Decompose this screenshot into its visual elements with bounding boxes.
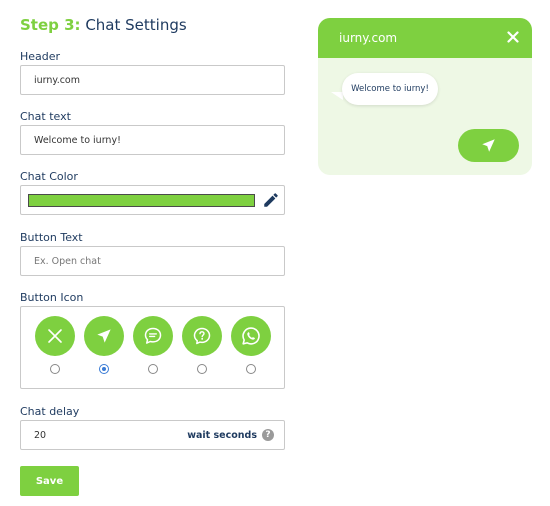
save-button[interactable]: Save: [20, 466, 79, 496]
bubble-tail: [331, 92, 343, 100]
chat-color-label: Chat Color: [20, 170, 78, 183]
chat-preview: iurny.com Welcome to iurny!: [318, 18, 532, 175]
step-title: Chat Settings: [85, 16, 187, 34]
icon-button-close[interactable]: [35, 316, 75, 356]
whatsapp-icon: [242, 327, 260, 345]
button-text-field-box: [20, 246, 285, 276]
preview-header: iurny.com: [318, 18, 532, 58]
icon-option-whatsapp: [231, 316, 271, 382]
icon-button-chat[interactable]: [133, 316, 173, 356]
button-icon-label: Button Icon: [20, 291, 84, 304]
close-icon[interactable]: [506, 30, 520, 44]
step-number: Step 3:: [20, 16, 81, 34]
icon-button-whatsapp[interactable]: [231, 316, 271, 356]
icon-radio-send[interactable]: [99, 364, 109, 374]
chat-text-label: Chat text: [20, 110, 71, 123]
question-bubble-icon: [193, 327, 211, 345]
chat-text-field-box: [20, 125, 285, 155]
chat-delay-input[interactable]: [21, 421, 171, 449]
chat-text-input[interactable]: [21, 126, 284, 154]
pencil-icon[interactable]: [262, 191, 280, 209]
preview-send-button[interactable]: [458, 129, 519, 162]
button-text-label: Button Text: [20, 231, 83, 244]
button-icon-selector: [20, 306, 285, 389]
button-text-input[interactable]: [21, 247, 284, 275]
delay-unit-text: wait seconds: [187, 430, 257, 441]
send-arrow-icon: [482, 139, 495, 152]
icon-option-question: [182, 316, 222, 382]
header-field-box: [20, 65, 285, 95]
icon-button-send[interactable]: [84, 316, 124, 356]
icon-option-close: [35, 316, 75, 382]
chat-delay-label: Chat delay: [20, 405, 80, 418]
help-icon[interactable]: ?: [262, 429, 274, 441]
color-swatch[interactable]: [28, 194, 255, 207]
header-input[interactable]: [21, 66, 284, 94]
preview-message-bubble: Welcome to iurny!: [342, 73, 438, 105]
page-title: Step 3: Chat Settings: [20, 16, 187, 34]
send-arrow-icon: [97, 329, 111, 343]
icon-radio-question[interactable]: [197, 364, 207, 374]
close-x-icon: [48, 329, 62, 343]
preview-title: iurny.com: [339, 31, 398, 45]
header-label: Header: [20, 50, 61, 63]
icon-radio-chat[interactable]: [148, 364, 158, 374]
icon-option-chat: [133, 316, 173, 382]
icon-button-question[interactable]: [182, 316, 222, 356]
chat-delay-field-box: wait seconds ?: [20, 420, 285, 450]
chat-bubble-icon: [144, 327, 162, 344]
icon-radio-close[interactable]: [50, 364, 60, 374]
icon-radio-whatsapp[interactable]: [246, 364, 256, 374]
chat-color-field[interactable]: [20, 185, 285, 215]
icon-option-send: [84, 316, 124, 382]
